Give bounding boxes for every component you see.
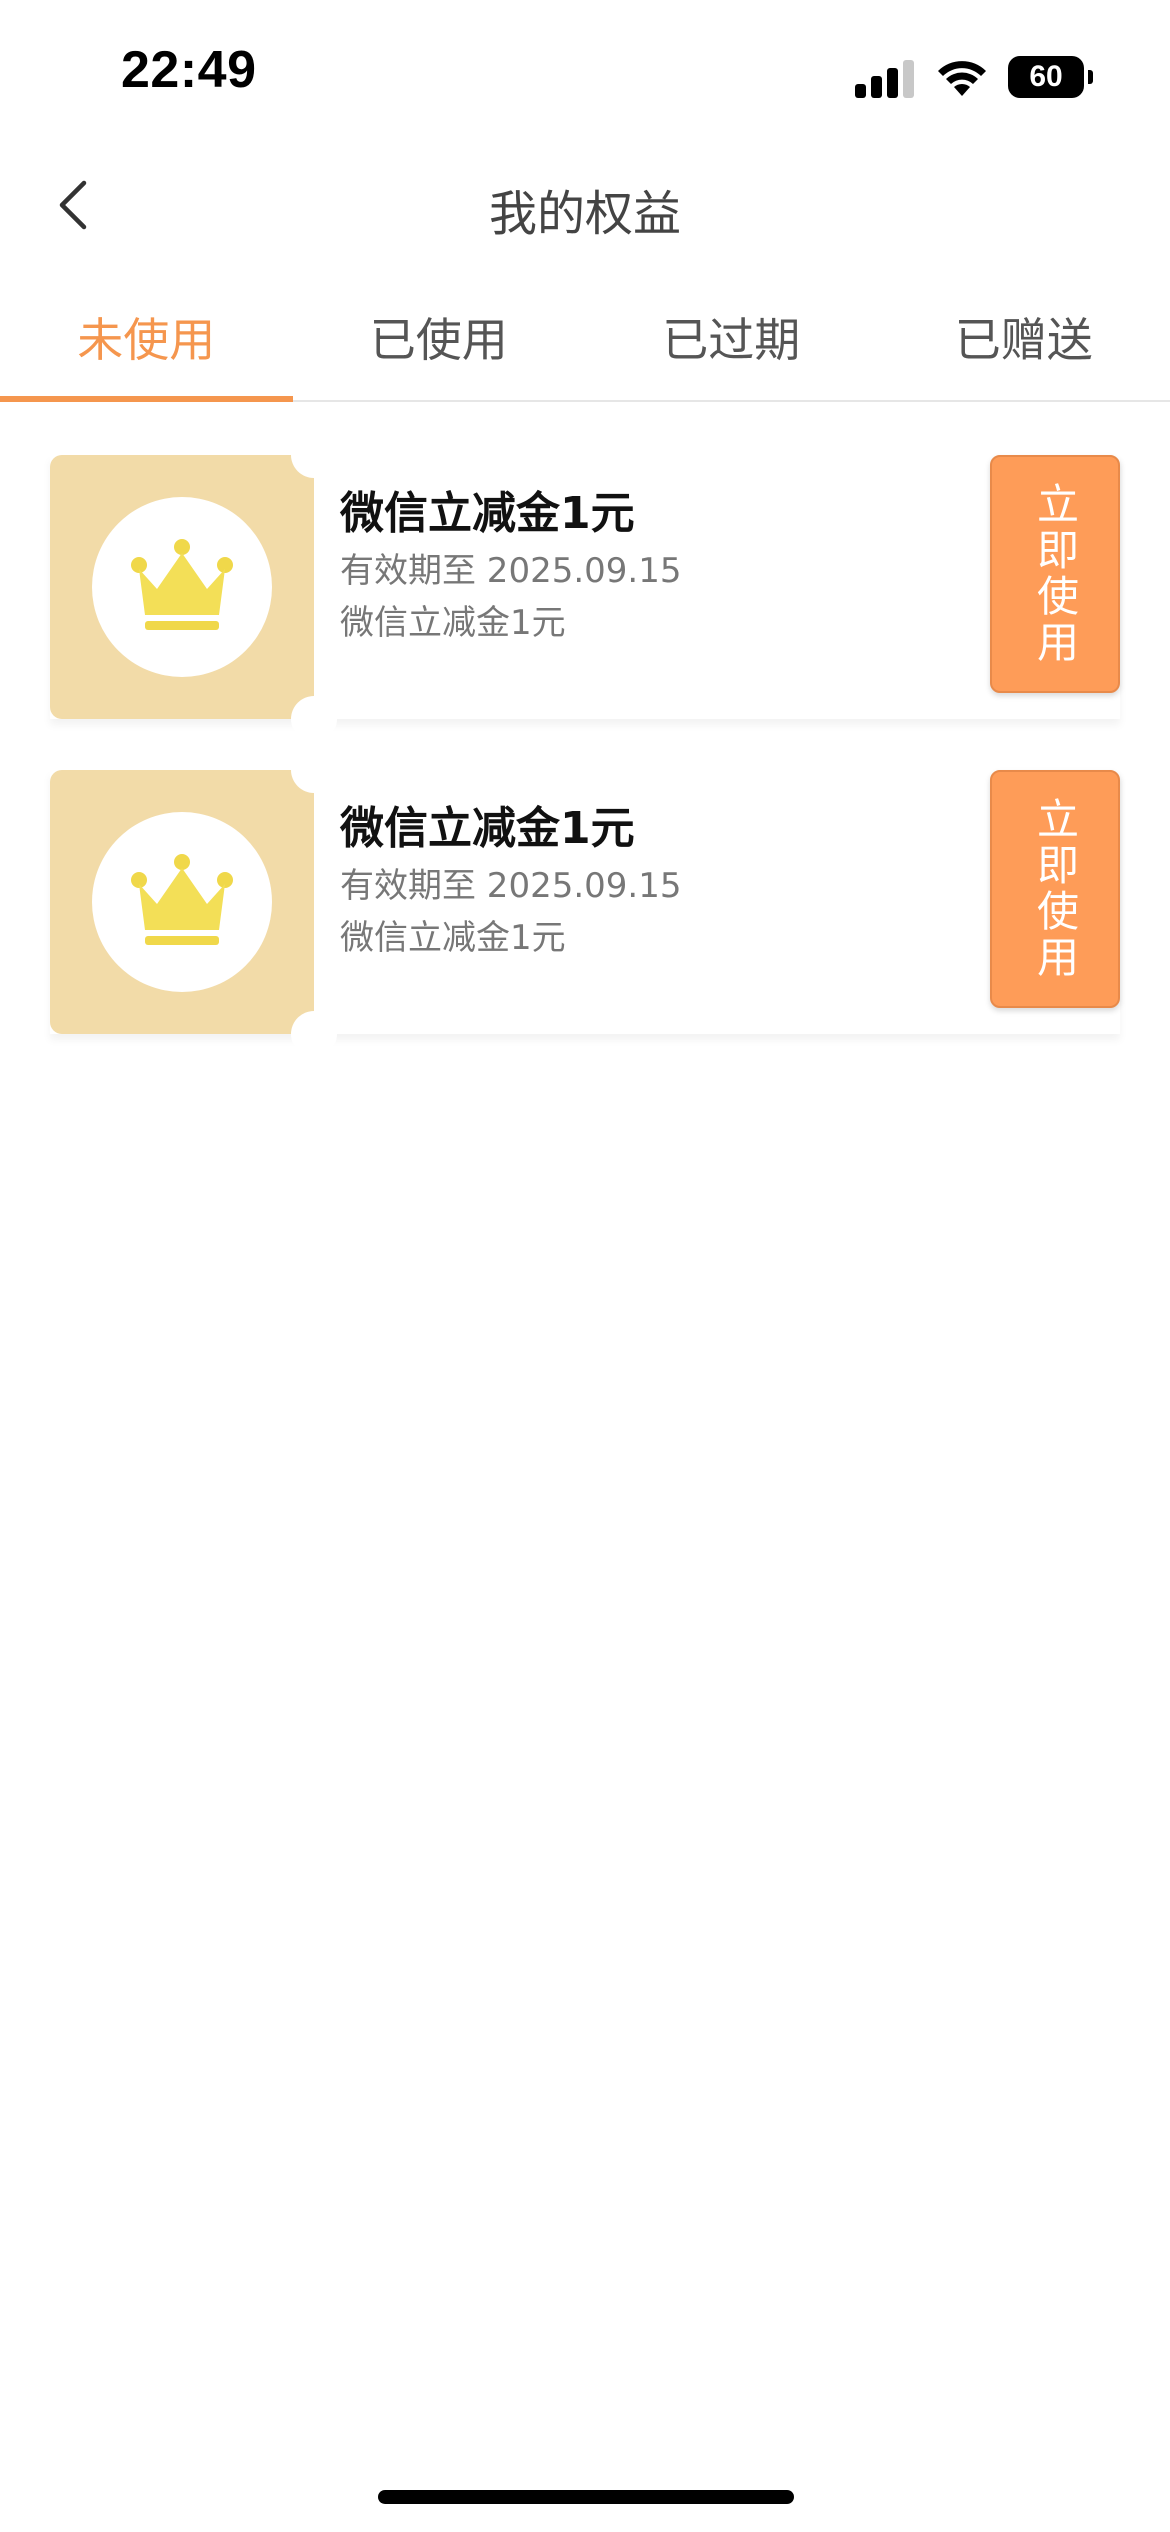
coupon-description: 微信立减金1元 bbox=[340, 918, 566, 958]
battery-icon: 60 bbox=[1008, 56, 1094, 98]
use-now-button[interactable]: 立即使用 bbox=[990, 770, 1120, 1008]
coupon-image-area bbox=[50, 770, 314, 1034]
crown-icon bbox=[131, 854, 233, 945]
page-title: 我的权益 bbox=[488, 186, 681, 242]
coupon-list: 微信立减金1元 有效期至 2025.09.15 微信立减金1元 立即使用 微信立… bbox=[50, 432, 1120, 1085]
battery-level: 60 bbox=[1008, 56, 1084, 98]
coupon-expiry: 有效期至 2025.09.15 bbox=[340, 551, 682, 591]
cellular-signal-icon bbox=[855, 58, 917, 98]
nav-bar: 我的权益 bbox=[0, 150, 1170, 260]
tab-expired[interactable]: 已过期 bbox=[585, 280, 878, 400]
coupon-description: 微信立减金1元 bbox=[340, 603, 566, 643]
use-now-button[interactable]: 立即使用 bbox=[990, 455, 1120, 693]
tab-gifted[interactable]: 已赠送 bbox=[878, 280, 1170, 400]
status-time: 22:49 bbox=[121, 41, 257, 99]
coupon-card: 微信立减金1元 有效期至 2025.09.15 微信立减金1元 立即使用 bbox=[50, 432, 1120, 742]
coupon-expiry: 有效期至 2025.09.15 bbox=[340, 866, 682, 906]
crown-icon bbox=[131, 539, 233, 630]
coupon-avatar bbox=[92, 812, 272, 992]
coupon-card: 微信立减金1元 有效期至 2025.09.15 微信立减金1元 立即使用 bbox=[50, 747, 1120, 1057]
coupon-title: 微信立减金1元 bbox=[340, 803, 635, 854]
tab-unused[interactable]: 未使用 bbox=[0, 280, 293, 402]
status-bar: 22:49 60 bbox=[0, 0, 1170, 150]
coupon-title: 微信立减金1元 bbox=[340, 488, 635, 539]
tab-bar: 未使用 已使用 已过期 已赠送 bbox=[0, 280, 1170, 402]
home-indicator[interactable] bbox=[378, 2490, 794, 2504]
wifi-icon bbox=[938, 61, 986, 96]
coupon-avatar bbox=[92, 497, 272, 677]
coupon-image-area bbox=[50, 455, 314, 719]
tab-used[interactable]: 已使用 bbox=[293, 280, 586, 400]
